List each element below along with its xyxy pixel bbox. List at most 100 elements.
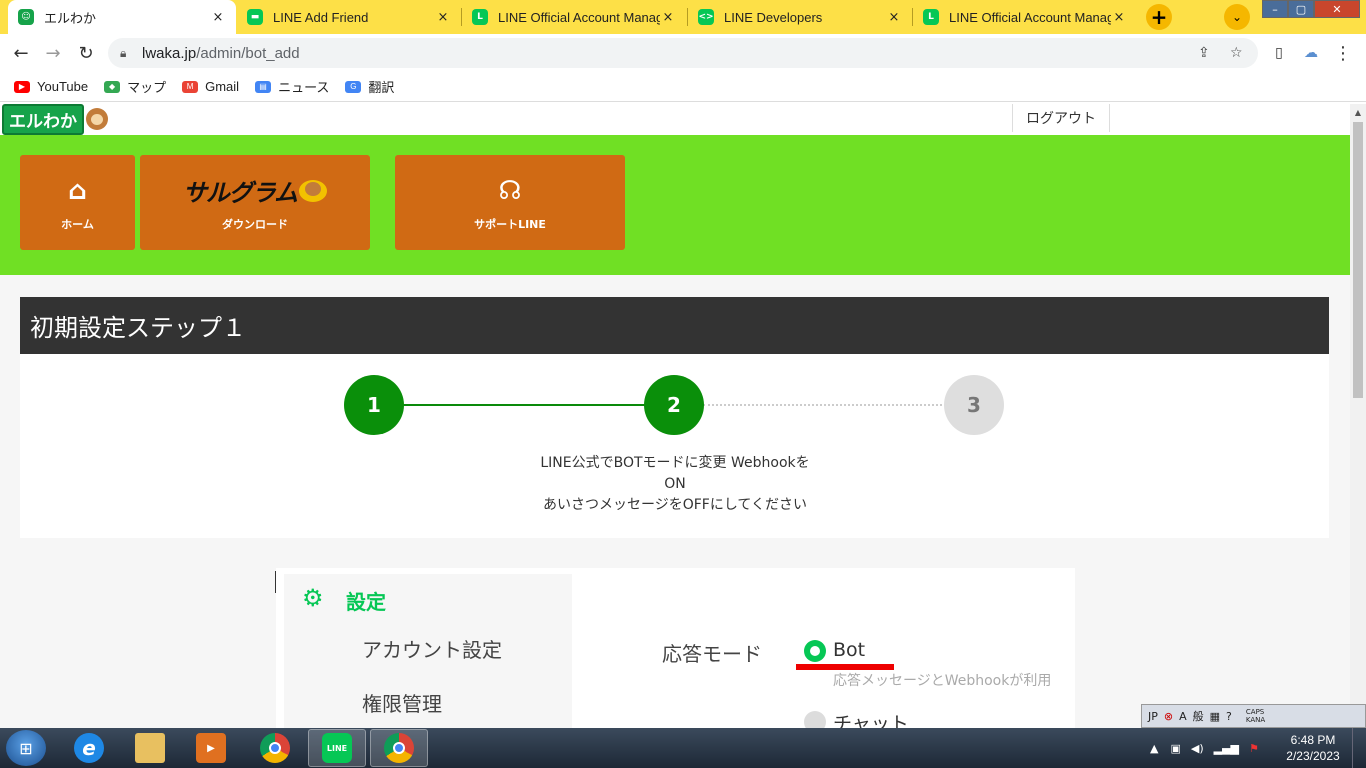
clock-date: 2/23/2023 bbox=[1286, 749, 1340, 763]
bookmark-maps[interactable]: ◆ マップ bbox=[104, 77, 166, 96]
signal-icon[interactable]: ▂▄▆ bbox=[1214, 742, 1239, 755]
tab-search-button[interactable]: ⌄ bbox=[1224, 4, 1250, 30]
code-favicon-icon: <> bbox=[698, 9, 714, 25]
taskbar-chrome[interactable] bbox=[246, 729, 304, 767]
tab-line-oa-manager[interactable]: L LINE Official Account Manager × bbox=[462, 0, 686, 34]
maximize-button[interactable]: ▢ bbox=[1288, 0, 1314, 18]
menu-kebab-icon[interactable]: ⋮ bbox=[1330, 40, 1356, 66]
chrome-icon bbox=[260, 733, 290, 763]
browser-toolbar: ← → ↻ 🔒︎ lwaka.jp/admin/bot_add ⇪ ☆ ▯ ☁ … bbox=[0, 34, 1366, 72]
network-adapter-icon[interactable]: ▣ bbox=[1170, 742, 1180, 755]
lock-icon: 🔒︎ bbox=[120, 45, 127, 60]
menu-label: ホーム bbox=[61, 217, 94, 231]
line-oa-favicon-icon: L bbox=[923, 9, 939, 25]
tab-title: エルわか bbox=[44, 10, 97, 26]
tab-line-developers[interactable]: <> LINE Developers × bbox=[688, 0, 912, 34]
step-3-indicator: 3 bbox=[944, 375, 1004, 435]
bookmark-label: Gmail bbox=[205, 79, 240, 94]
logout-button[interactable]: ログアウト bbox=[1012, 104, 1110, 132]
gmail-icon: M bbox=[182, 80, 199, 93]
browser-tabstrip: ☺ エルわか × ▬ LINE Add Friend × L LINE Offi… bbox=[0, 0, 1366, 34]
share-icon[interactable]: ⇪ bbox=[1198, 45, 1210, 61]
new-tab-button[interactable]: + bbox=[1146, 4, 1172, 30]
action-center-icon[interactable]: ⚑ bbox=[1249, 742, 1259, 755]
close-tab-icon[interactable]: × bbox=[886, 10, 902, 25]
step-1-indicator: 1 bbox=[344, 375, 404, 435]
robot-favicon-icon: ☺ bbox=[18, 9, 34, 25]
ime-language-bar[interactable]: JP ⊗ A 般 ▦ ? CAPS KANA bbox=[1141, 704, 1366, 728]
tab-erwaka[interactable]: ☺ エルわか × bbox=[8, 0, 236, 34]
chrome-icon bbox=[384, 733, 414, 763]
close-tab-icon[interactable]: × bbox=[1111, 10, 1127, 25]
side-panel-icon[interactable]: ▯ bbox=[1266, 40, 1292, 66]
close-tab-icon[interactable]: × bbox=[435, 10, 451, 25]
show-desktop-button[interactable] bbox=[1352, 728, 1366, 768]
forward-arrow-icon[interactable]: → bbox=[40, 40, 66, 66]
main-menu-band: ⌂ ホーム サルグラム ダウンロード ☊ サポートLINE bbox=[0, 135, 1350, 275]
volume-icon[interactable]: ◀) bbox=[1191, 742, 1204, 755]
taskbar-line[interactable]: LINE bbox=[308, 729, 366, 767]
instruction-line-1: LINE公式でBOTモードに変更 Webhookを bbox=[540, 455, 810, 471]
close-tab-icon[interactable]: × bbox=[660, 10, 676, 25]
back-arrow-icon[interactable]: ← bbox=[8, 40, 34, 66]
site-header: エルわか ログアウト bbox=[0, 104, 1350, 135]
screenshot-option-chat: チャット bbox=[833, 713, 909, 728]
news-icon: ▤ bbox=[255, 80, 272, 93]
bookmark-star-icon[interactable]: ☆ bbox=[1230, 45, 1243, 61]
line-oa-favicon-icon: L bbox=[472, 9, 488, 25]
menu-home-button[interactable]: ⌂ ホーム bbox=[20, 155, 135, 250]
screenshot-note: 応答メッセージとWebhookが利用 bbox=[833, 673, 1052, 689]
scroll-thumb[interactable] bbox=[1353, 122, 1363, 398]
bookmark-news[interactable]: ▤ ニュース bbox=[255, 77, 329, 96]
start-button-icon[interactable]: ⊞ bbox=[6, 730, 46, 766]
sarugram-logo: サルグラム bbox=[183, 174, 328, 208]
ime-lang[interactable]: JP bbox=[1148, 710, 1158, 723]
close-window-button[interactable]: ✕ bbox=[1314, 0, 1360, 18]
page-viewport: エルわか ログアウト ⌂ ホーム サルグラム ダウンロード ☊ サポートLINE… bbox=[0, 104, 1350, 728]
ime-dictionary-icon[interactable]: ▦ bbox=[1210, 710, 1220, 723]
tab-title: LINE Official Account Manager bbox=[498, 9, 660, 25]
menu-support-line-button[interactable]: ☊ サポートLINE bbox=[395, 155, 625, 250]
bookmark-label: マップ bbox=[127, 80, 167, 95]
clock-time: 6:48 PM bbox=[1290, 733, 1336, 747]
extension-icon[interactable]: ☁ bbox=[1298, 40, 1324, 66]
taskbar-chrome-active[interactable] bbox=[370, 729, 428, 767]
bookmark-label: YouTube bbox=[37, 79, 89, 94]
internet-explorer-icon: e bbox=[74, 733, 104, 763]
screenshot-sidebar-item: 権限管理 bbox=[362, 692, 442, 716]
tray-expand-icon[interactable]: ▲ bbox=[1150, 742, 1158, 755]
minimize-button[interactable]: – bbox=[1262, 0, 1288, 18]
address-bar[interactable]: 🔒︎ lwaka.jp/admin/bot_add ⇪ ☆ bbox=[108, 38, 1258, 68]
youtube-icon: ▶ bbox=[14, 80, 30, 93]
page-title: 初期設定ステップ１ bbox=[20, 297, 1329, 354]
ime-input-mode[interactable]: A bbox=[1179, 710, 1187, 723]
monkey-mascot-icon bbox=[86, 108, 108, 130]
step-2-indicator: 2 bbox=[644, 375, 704, 435]
menu-label: ダウンロード bbox=[222, 217, 288, 231]
ime-conversion-mode[interactable]: 般 bbox=[1193, 708, 1204, 724]
close-tab-icon[interactable]: × bbox=[210, 10, 226, 25]
ime-tool-icon[interactable]: ⊗ bbox=[1164, 710, 1173, 723]
reload-icon[interactable]: ↻ bbox=[73, 40, 99, 66]
bookmark-translate[interactable]: G 翻訳 bbox=[345, 77, 394, 96]
taskbar-clock[interactable]: 6:48 PM 2/23/2023 bbox=[1278, 732, 1348, 764]
bookmark-youtube[interactable]: ▶ YouTube bbox=[14, 79, 88, 94]
step-connector-done bbox=[403, 404, 646, 406]
page-scrollbar[interactable]: ▲ ▼ bbox=[1350, 104, 1366, 728]
taskbar-file-explorer[interactable] bbox=[121, 729, 179, 767]
line-favicon-icon: ▬ bbox=[247, 9, 263, 25]
menu-download-button[interactable]: サルグラム ダウンロード bbox=[140, 155, 370, 250]
tab-line-oa-manager-2[interactable]: L LINE Official Account Manager × bbox=[913, 0, 1137, 34]
taskbar-internet-explorer[interactable]: e bbox=[60, 729, 118, 767]
bookmarks-bar: ▶ YouTube ◆ マップ M Gmail ▤ ニュース G 翻訳 bbox=[0, 72, 1366, 102]
site-logo[interactable]: エルわか bbox=[2, 104, 108, 135]
ime-help-icon[interactable]: ? bbox=[1226, 710, 1232, 723]
taskbar-media-player[interactable]: ▶ bbox=[182, 729, 240, 767]
screenshot-option-bot: Bot bbox=[833, 639, 866, 661]
tab-line-add-friend[interactable]: ▬ LINE Add Friend × bbox=[237, 0, 461, 34]
scroll-up-icon[interactable]: ▲ bbox=[1350, 104, 1366, 120]
radio-unselected-icon bbox=[804, 711, 826, 728]
bookmark-gmail[interactable]: M Gmail bbox=[182, 79, 239, 94]
tab-title: LINE Developers bbox=[724, 9, 823, 25]
logo-text: エルわか bbox=[2, 104, 84, 135]
